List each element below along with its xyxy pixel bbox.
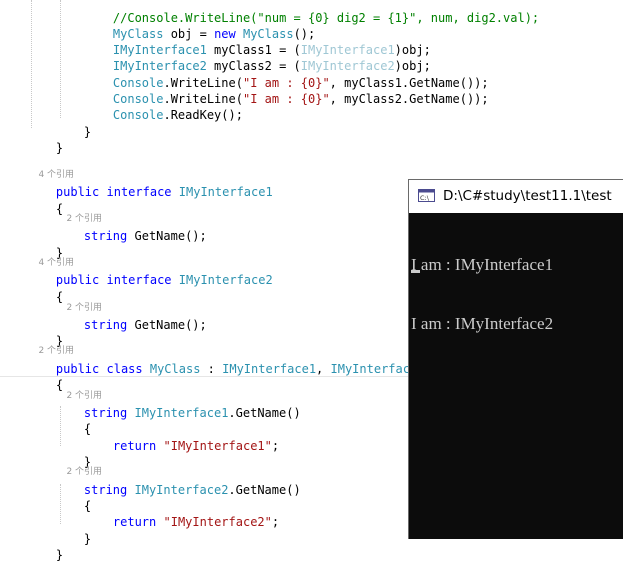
code-line: return "IMyInterface2"; xyxy=(84,497,279,529)
code-string: "I am : {0}" xyxy=(242,92,330,106)
code-type: Console xyxy=(112,108,164,122)
console-title-bar[interactable]: C:\ D:\C#study\test11.1\test xyxy=(409,180,623,213)
code-line: IMyInterface2 myClass2 = (IMyInterface2)… xyxy=(84,41,431,73)
code-line: } xyxy=(27,123,63,155)
code-line: string IMyInterface2.GetName() xyxy=(55,465,301,497)
code-text: .GetName() xyxy=(228,406,301,420)
code-line: } xyxy=(55,437,91,469)
code-line: } xyxy=(27,530,63,562)
code-text: : xyxy=(200,362,223,376)
console-output: I am : IMyInterface1 I am : IMyInterface… xyxy=(411,216,553,372)
code-text: .GetName() xyxy=(228,483,301,497)
code-line: { xyxy=(27,360,63,392)
code-line: Console.WriteLine("I am : {0}", myClass1… xyxy=(84,58,489,90)
code-line: { xyxy=(27,272,63,304)
console-cursor xyxy=(411,270,420,273)
code-keyword: interface xyxy=(106,273,172,287)
code-type: IMyInterface1 xyxy=(134,406,229,420)
code-line: } xyxy=(27,316,63,348)
code-string: "IMyInterface1" xyxy=(163,439,272,453)
code-text: .ReadKey(); xyxy=(163,108,243,122)
svg-text:C:\: C:\ xyxy=(420,194,430,202)
indent-guide xyxy=(31,0,32,128)
code-line: public interface IMyInterface1 xyxy=(27,167,273,199)
code-text: GetName(); xyxy=(127,318,207,332)
code-text: GetName(); xyxy=(127,229,207,243)
code-line: public class MyClass : IMyInterface1, IM… xyxy=(27,344,425,376)
code-keyword: return xyxy=(112,515,157,529)
code-line: string GetName(); xyxy=(55,300,207,332)
code-brace: } xyxy=(83,532,92,546)
code-line: } xyxy=(27,228,63,260)
code-line: IMyInterface1 myClass1 = (IMyInterface1)… xyxy=(84,25,431,57)
code-keyword: string xyxy=(83,318,128,332)
code-line: { xyxy=(27,184,63,216)
code-line: string IMyInterface1.GetName() xyxy=(55,388,301,420)
code-line: string GetName(); xyxy=(55,211,207,243)
code-line: MyClass obj = new MyClass(); xyxy=(84,9,315,41)
code-type: IMyInterface1 xyxy=(178,185,273,199)
console-app-icon: C:\ xyxy=(418,189,435,202)
code-brace: } xyxy=(55,548,64,562)
code-keyword: class xyxy=(106,362,143,376)
console-title: D:\C#study\test11.1\test xyxy=(443,188,612,204)
code-text: ; xyxy=(271,439,280,453)
code-brace: } xyxy=(83,125,92,139)
code-line: } xyxy=(55,107,91,139)
indent-guide xyxy=(60,0,61,118)
code-type: IMyInterface2 xyxy=(134,483,229,497)
code-type: IMyInterface2 xyxy=(178,273,273,287)
console-window[interactable]: C:\ D:\C#study\test11.1\test I am : IMyI… xyxy=(408,179,623,539)
code-type: IMyInterface1 xyxy=(222,362,317,376)
code-keyword: return xyxy=(112,439,157,453)
console-output-line: I am : IMyInterface1 xyxy=(411,255,554,274)
code-brace: } xyxy=(55,141,64,155)
code-line: Console.ReadKey(); xyxy=(84,90,243,122)
code-line: { xyxy=(55,404,91,436)
code-string: "IMyInterface2" xyxy=(163,515,272,529)
code-line: } xyxy=(55,514,91,546)
code-type: MyClass xyxy=(149,362,201,376)
code-line: public interface IMyInterface2 xyxy=(27,255,273,287)
code-keyword: string xyxy=(83,229,128,243)
code-line: Console.WriteLine("I am : {0}", myClass2… xyxy=(84,74,489,106)
code-keyword: interface xyxy=(106,185,172,199)
code-text: , xyxy=(316,362,331,376)
console-output-line: I am : IMyInterface2 xyxy=(411,313,554,333)
code-line: { xyxy=(55,481,91,513)
code-line: return "IMyInterface1"; xyxy=(84,421,279,453)
code-text: ; xyxy=(271,515,280,529)
code-text: , myClass2.GetName()); xyxy=(329,92,489,106)
